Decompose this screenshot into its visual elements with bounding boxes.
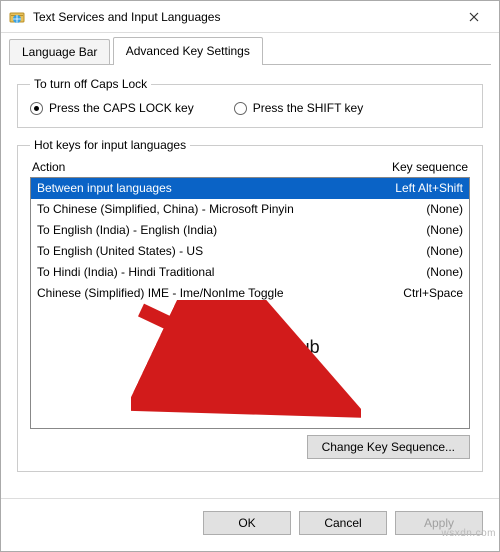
radio-label: Press the SHIFT key — [253, 101, 363, 115]
list-item-sequence: (None) — [353, 201, 463, 218]
hotkeys-listbox[interactable]: Between input languagesLeft Alt+ShiftTo … — [30, 177, 470, 429]
list-item[interactable]: To Hindi (India) - Hindi Traditional(Non… — [31, 262, 469, 283]
tab-language-bar[interactable]: Language Bar — [9, 39, 110, 65]
radio-icon — [234, 102, 247, 115]
hotkeys-legend: Hot keys for input languages — [30, 138, 190, 152]
radio-label: Press the CAPS LOCK key — [49, 101, 194, 115]
list-item-action: Chinese (Simplified) IME - Ime/NonIme To… — [37, 285, 353, 302]
hotkeys-group: Hot keys for input languages Action Key … — [17, 138, 483, 472]
list-item-action: To English (United States) - US — [37, 243, 353, 260]
change-key-sequence-button[interactable]: Change Key Sequence... — [307, 435, 470, 459]
tab-body: To turn off Caps Lock Press the CAPS LOC… — [1, 65, 499, 498]
radio-press-capslock[interactable]: Press the CAPS LOCK key — [30, 101, 194, 115]
titlebar: Text Services and Input Languages — [1, 1, 499, 33]
capslock-legend: To turn off Caps Lock — [30, 77, 151, 91]
list-item-sequence: (None) — [353, 243, 463, 260]
close-button[interactable] — [451, 2, 497, 32]
annotation-arrow-icon — [131, 300, 361, 420]
list-item-action: To English (India) - English (India) — [37, 222, 353, 239]
list-item-action: To Hindi (India) - Hindi Traditional — [37, 264, 353, 281]
footer-brand: wsxdn.com — [441, 528, 496, 539]
watermark-line2: WindowsClub — [210, 337, 320, 357]
list-item[interactable]: Chinese (Simplified) IME - Ime/NonIme To… — [31, 283, 469, 304]
windows-flag-icon — [180, 325, 202, 350]
header-action: Action — [32, 160, 358, 174]
radio-icon — [30, 102, 43, 115]
app-icon — [9, 9, 25, 25]
window-title: Text Services and Input Languages — [33, 10, 451, 24]
dialog-buttons: OK Cancel Apply — [1, 498, 499, 551]
list-item-sequence: Ctrl+Space — [353, 285, 463, 302]
ok-button[interactable]: OK — [203, 511, 291, 535]
list-item[interactable]: To English (India) - English (India)(Non… — [31, 220, 469, 241]
list-item[interactable]: Between input languagesLeft Alt+Shift — [31, 178, 469, 199]
radio-press-shift[interactable]: Press the SHIFT key — [234, 101, 363, 115]
capslock-group: To turn off Caps Lock Press the CAPS LOC… — [17, 77, 483, 128]
tab-label: Language Bar — [22, 45, 97, 59]
tabstrip: Language Bar Advanced Key Settings — [1, 37, 499, 65]
list-item-sequence: Left Alt+Shift — [353, 180, 463, 197]
close-icon — [469, 12, 479, 22]
button-label: Cancel — [324, 516, 361, 530]
button-label: OK — [238, 516, 255, 530]
list-item-sequence: (None) — [353, 222, 463, 239]
watermark-line1: The — [210, 317, 241, 337]
tab-label: Advanced Key Settings — [126, 44, 250, 58]
tab-advanced-key-settings[interactable]: Advanced Key Settings — [113, 37, 263, 65]
button-label: Change Key Sequence... — [322, 440, 455, 454]
hotkeys-header: Action Key sequence — [30, 160, 470, 177]
cancel-button[interactable]: Cancel — [299, 511, 387, 535]
list-item[interactable]: To English (United States) - US(None) — [31, 241, 469, 262]
list-item[interactable]: To Chinese (Simplified, China) - Microso… — [31, 199, 469, 220]
header-sequence: Key sequence — [358, 160, 468, 174]
dialog-window: Text Services and Input Languages Langua… — [0, 0, 500, 552]
watermark: The WindowsClub — [31, 318, 469, 358]
list-item-action: To Chinese (Simplified, China) - Microso… — [37, 201, 353, 218]
list-item-action: Between input languages — [37, 180, 353, 197]
list-item-sequence: (None) — [353, 264, 463, 281]
